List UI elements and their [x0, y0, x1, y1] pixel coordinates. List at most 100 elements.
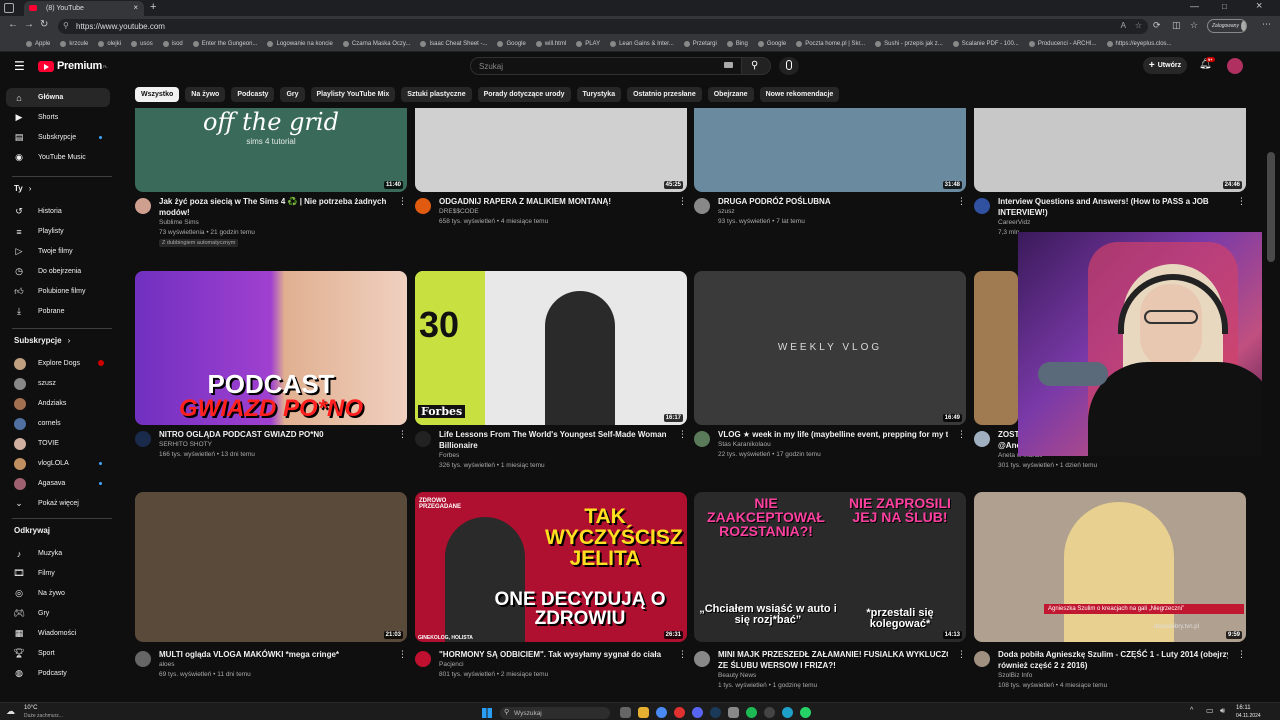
bookmark-item[interactable]: Sushi - przepis jak z... — [875, 41, 943, 47]
favorites-icon[interactable]: ☆ — [1190, 20, 1198, 31]
clock-date[interactable]: 04.11.2024 — [1236, 713, 1261, 719]
bookmark-item[interactable]: will.html — [535, 41, 566, 47]
task-view-icon[interactable] — [620, 707, 631, 718]
chip-filter[interactable]: Podcasty — [231, 87, 275, 102]
channel-avatar[interactable] — [974, 651, 990, 667]
steam-icon[interactable] — [710, 707, 721, 718]
menu-icon[interactable]: ☰ — [14, 59, 25, 73]
video-title[interactable]: MULTI ogląda VLOGA MAKÓWKI *mega cringe* — [159, 649, 389, 660]
channel-name[interactable]: szusz — [718, 208, 735, 215]
sidebar-item-live[interactable]: ◎ Na żywo — [6, 584, 110, 603]
video-thumbnail[interactable]: 31:48 — [694, 108, 966, 192]
channel-name[interactable]: aloes — [159, 661, 175, 668]
forward-icon[interactable]: → — [24, 19, 34, 30]
channel-avatar[interactable] — [974, 198, 990, 214]
more-options-icon[interactable]: ⋮ — [398, 429, 407, 440]
video-thumbnail[interactable]: 30 Forbes 16:17 — [415, 271, 687, 425]
bookmark-item[interactable]: Apple — [26, 41, 50, 47]
channel-avatar[interactable] — [415, 198, 431, 214]
tab-actions-icon[interactable] — [4, 3, 14, 13]
video-title-line2[interactable]: również część 2 z 2016) — [998, 660, 1228, 671]
video-title-line2[interactable]: Billionaire — [439, 440, 669, 451]
video-title-line2[interactable]: @Ane — [998, 440, 1020, 451]
video-title-line2[interactable]: INTERVIEW!) — [998, 207, 1228, 218]
video-thumbnail[interactable]: 21:03 — [135, 492, 407, 642]
sidebar-item-home[interactable]: ⌂ Główna — [6, 88, 110, 107]
more-options-icon[interactable]: ⋮ — [957, 429, 966, 440]
video-thumbnail[interactable]: ZDROWO PRZEGADANE TAK WYCZYŚCISZ JELITA ON… — [415, 492, 687, 642]
sidebar-item-news[interactable]: ▦ Wiadomości — [6, 624, 110, 643]
chip-filter[interactable]: Turystyka — [576, 87, 622, 102]
edge-icon[interactable] — [782, 707, 793, 718]
tab-close-icon[interactable]: × — [133, 3, 138, 12]
bookmark-item[interactable]: Google — [757, 41, 786, 47]
weather-desc[interactable]: Duże zachmurz... — [24, 713, 63, 719]
bookmark-item[interactable]: isod — [162, 41, 183, 47]
browser-tab[interactable]: (8) YouTube × — [24, 1, 144, 16]
reload-icon[interactable]: ↻ — [40, 19, 48, 30]
page-scrollbar[interactable] — [1262, 52, 1280, 702]
video-thumbnail[interactable] — [974, 271, 1018, 425]
bookmark-item[interactable]: PLAY — [576, 41, 600, 47]
bookmark-item[interactable]: Logowanie na koncie — [267, 41, 333, 47]
sidebar-item-subscription[interactable]: Explore Dogs — [6, 354, 110, 373]
bookmark-item[interactable]: Isaac Cheat Sheet -... — [420, 41, 487, 47]
sidebar-item-clock[interactable]: ◷ Do obejrzenia — [6, 262, 110, 281]
video-title[interactable]: NITRO OGLĄDA PODCAST GWIAZD PO*N0 — [159, 429, 389, 440]
address-bar[interactable]: ⚲ https://www.youtube.com ☆ A — [58, 19, 1148, 34]
chip-filter[interactable]: Na żywo — [185, 87, 226, 102]
more-options-icon[interactable]: ⋮ — [678, 196, 687, 207]
chip-filter[interactable]: Porady dotyczące urody — [477, 87, 571, 102]
sidebar-item-like[interactable]: 👍︎ Polubione filmy — [6, 282, 110, 301]
video-title[interactable]: Life Lessons From The World's Youngest S… — [439, 429, 669, 440]
bookmark-item[interactable]: krzcule — [60, 41, 88, 47]
star-icon[interactable]: ☆ — [1135, 21, 1142, 30]
video-title[interactable]: ZOSTA — [998, 429, 1020, 440]
search-button[interactable]: ⚲ — [741, 57, 771, 75]
chip-filter[interactable]: Ostatnio przesłane — [627, 87, 702, 102]
show-more-button[interactable]: ⌄ Pokaż więcej — [6, 494, 110, 513]
video-thumbnail[interactable]: NIE ZAAKCEPTOWAŁ ROZSTANIA?! NIE ZAPROSIL… — [694, 492, 966, 642]
video-title[interactable]: DRUGA PODRÓŻ POŚLUBNA — [718, 196, 948, 207]
read-aloud-icon[interactable]: A — [1121, 21, 1126, 30]
scrollbar-thumb[interactable] — [1267, 152, 1275, 262]
video-thumbnail[interactable]: 45:25 — [415, 108, 687, 192]
channel-avatar[interactable] — [135, 198, 151, 214]
sidebar-item-trophy[interactable]: 🏆︎ Sport — [6, 644, 110, 663]
split-screen-icon[interactable]: ◫ — [1172, 20, 1181, 31]
tray-chevron-icon[interactable]: ^ — [1190, 707, 1193, 714]
sidebar-item-subscription[interactable]: szusz — [6, 374, 110, 393]
discord-icon[interactable] — [692, 707, 703, 718]
more-options-icon[interactable]: ⋮ — [678, 649, 687, 660]
sidebar-item-video[interactable]: ▷ Twoje filmy — [6, 242, 110, 261]
spotify-icon[interactable] — [746, 707, 757, 718]
channel-avatar[interactable] — [694, 651, 710, 667]
bookmark-item[interactable]: olejki — [98, 41, 121, 47]
channel-name[interactable]: DRE$$CODE — [439, 208, 479, 215]
chip-filter[interactable]: Sztuki plastyczne — [401, 87, 472, 102]
sidebar-item-podcast[interactable]: ◍ Podcasty — [6, 664, 110, 683]
channel-avatar[interactable] — [694, 431, 710, 447]
more-options-icon[interactable]: ⋮ — [398, 196, 407, 207]
keyboard-icon[interactable] — [724, 62, 733, 68]
account-avatar[interactable] — [1227, 58, 1243, 74]
close-window-icon[interactable]: × — [1256, 0, 1262, 12]
start-icon[interactable] — [482, 708, 492, 718]
volume-icon[interactable]: 🔊︎ — [1220, 706, 1225, 716]
chip-filter[interactable]: Obejrzane — [707, 87, 754, 102]
notifications-button[interactable]: 🔔︎ 9+ — [1199, 57, 1215, 73]
site-info-icon[interactable]: ⚲ — [63, 21, 69, 30]
chip-filter[interactable]: Playlisty YouTube Mix — [310, 87, 396, 102]
channel-name[interactable]: Pacjenci — [439, 661, 464, 668]
bookmark-item[interactable]: Google — [497, 41, 526, 47]
bookmark-item[interactable]: https://eyeplus.clos... — [1106, 41, 1172, 47]
video-title[interactable]: VLOG ★ week in my life (maybelline event… — [718, 429, 948, 440]
bookmark-item[interactable]: Czarna Maska Oczy... — [342, 41, 410, 47]
subscriptions-heading[interactable]: Subskrypcje › — [14, 336, 70, 345]
chip-filter[interactable]: Nowe rekomendacje — [759, 87, 840, 102]
video-title[interactable]: MINI MAJK PRZESZEDŁ ZAŁAMANIE! FUSIALKA … — [718, 649, 948, 660]
chrome-icon[interactable] — [656, 707, 667, 718]
video-title[interactable]: Jak żyć poza siecią w The Sims 4 ♻️ | Ni… — [159, 196, 389, 207]
chip-filter[interactable]: Gry — [280, 87, 305, 102]
sidebar-item-subscription[interactable]: cornels — [6, 414, 110, 433]
